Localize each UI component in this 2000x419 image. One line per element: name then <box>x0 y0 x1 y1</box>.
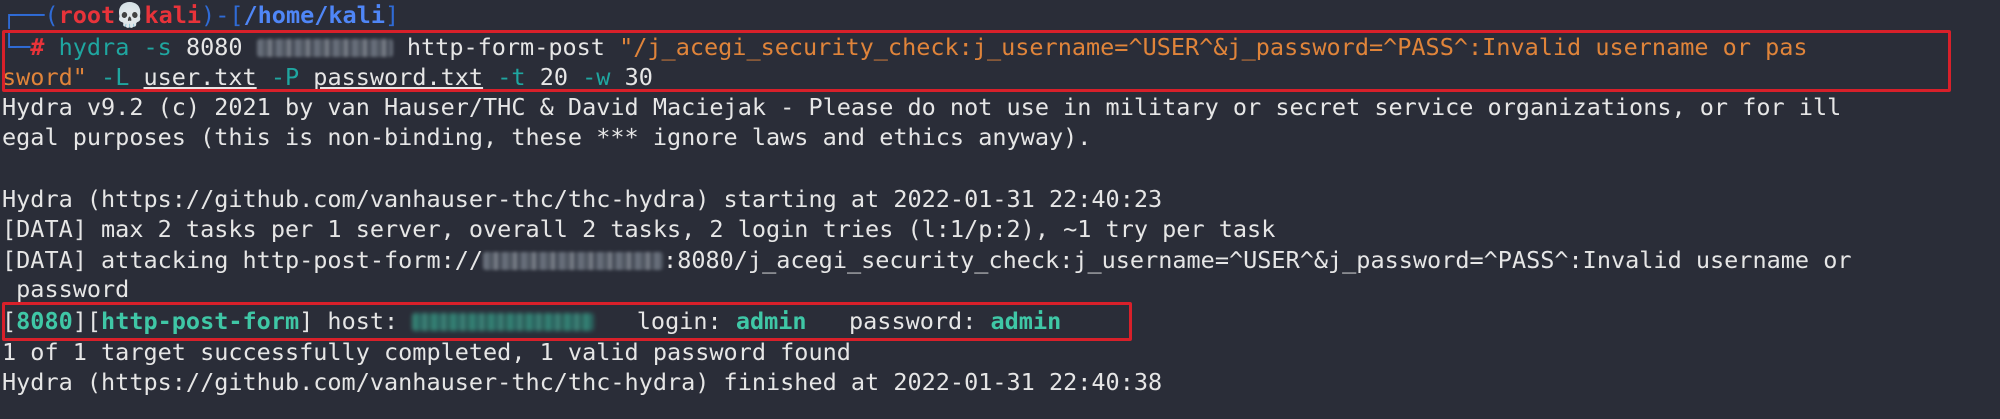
banner-line-2: egal purposes (this is non-binding, thes… <box>2 123 1092 151</box>
data-line-1: [DATA] max 2 tasks per 1 server, overall… <box>2 215 1276 243</box>
command-highlight-box <box>2 30 1951 92</box>
skull-icon: 💀 <box>115 1 145 29</box>
terminal-window[interactable]: ┌──(root💀kali)-[/home/kali] └─# hydra -s… <box>0 0 2000 419</box>
data-line-2-wrap: password <box>2 275 130 303</box>
prompt-path: /home/kali <box>243 1 385 29</box>
prompt-host: kali <box>144 1 202 29</box>
redacted-ip <box>483 252 664 270</box>
prompt-close: ] <box>384 1 400 29</box>
finished-line: Hydra (https://github.com/vanhauser-thc/… <box>2 368 1163 396</box>
result-highlight-box <box>2 302 1132 341</box>
data-line-2: [DATA] attacking http-post-form:// :8080/… <box>2 245 1852 276</box>
prompt-line: ┌──(root💀kali)-[/home/kali] <box>2 0 399 31</box>
prompt-user: root <box>58 1 116 29</box>
prompt-corner-top: ┌──( <box>2 1 59 29</box>
data-line-2-prefix: [DATA] attacking http-post-form:// <box>2 246 484 274</box>
summary-line: 1 of 1 target successfully completed, 1 … <box>2 338 851 366</box>
banner-line-1: Hydra v9.2 (c) 2021 by van Hauser/THC & … <box>2 93 1842 121</box>
prompt-separator: )-[ <box>201 1 244 29</box>
data-line-2-suffix: :8080/j_acegi_security_check:j_username=… <box>663 246 1852 274</box>
starting-line: Hydra (https://github.com/vanhauser-thc/… <box>2 185 1163 213</box>
